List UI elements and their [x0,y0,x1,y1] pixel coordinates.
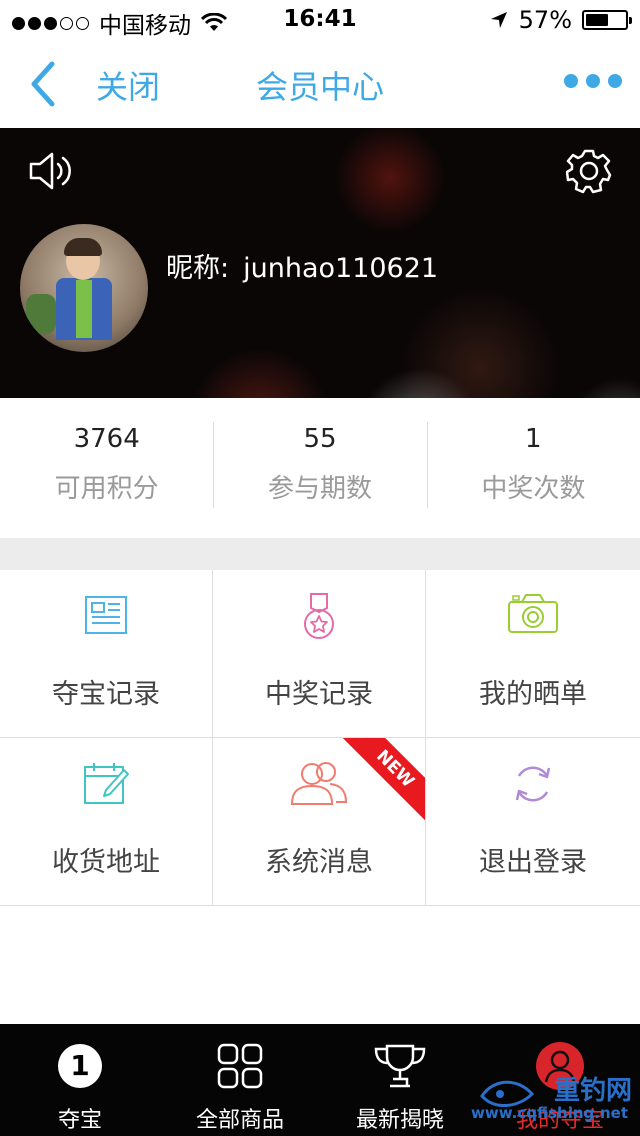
battery-percent: 57% [518,6,572,34]
battery-level-fill [586,14,608,26]
trophy-icon [374,1044,426,1088]
nickname-value: junhao110621 [243,253,439,284]
stat-value: 55 [303,424,337,454]
menu-item-label: 我的晒单 [479,679,587,710]
menu-item-treasure-records[interactable]: 夺宝记录 [0,570,213,738]
stat-available-points[interactable]: 3764 可用积分 [0,398,213,538]
tab-label: 全部商品 [195,1108,284,1133]
stat-win-count[interactable]: 1 中奖次数 [426,398,640,538]
settings-gear-icon[interactable] [566,148,612,194]
location-arrow-icon [490,12,507,28]
status-bar: 中国移动 16:41 57% [0,0,640,40]
tab-treasure[interactable]: 1 夺宝 [0,1024,160,1136]
stat-label: 中奖次数 [481,474,586,504]
menu-item-label: 系统消息 [265,847,373,878]
page-title: 会员中心 [255,68,384,106]
stat-participated-rounds[interactable]: 55 参与期数 [213,398,426,538]
menu-grid: 夺宝记录 中奖记录 我的晒单 收货地址 系统消息 NEW 退出登录 [0,570,640,906]
menu-item-label: 中奖记录 [265,679,373,710]
stat-value: 1 [525,424,542,454]
nickname-label: 昵称: [166,253,230,284]
bottom-tab-bar: 1 夺宝 全部商品 最新揭晓 我的夺宝 重钓网 www.cqfishing.ne… [0,1024,640,1136]
grid-icon [217,1043,263,1089]
watermark-brand: 重钓网 [553,1076,632,1106]
tab-latest-results[interactable]: 最新揭晓 [320,1024,480,1136]
record-list-icon [85,596,127,634]
navigation-bar: 关闭 会员中心 [0,40,640,128]
watermark-url: www.cqfishing.net [471,1104,628,1122]
speaker-icon[interactable] [28,150,74,192]
menu-item-shipping-address[interactable]: 收货地址 [0,738,213,906]
user-avatar[interactable] [20,224,148,352]
menu-item-label: 退出登录 [479,847,587,878]
tab-all-products[interactable]: 全部商品 [160,1024,320,1136]
camera-icon [508,594,558,633]
number-one-icon: 1 [58,1044,102,1088]
menu-item-my-shares[interactable]: 我的晒单 [426,570,640,738]
section-divider [0,538,640,570]
stat-label: 可用积分 [54,474,159,504]
menu-item-logout[interactable]: 退出登录 [426,738,640,906]
menu-item-system-messages[interactable]: 系统消息 NEW [213,738,426,906]
profile-header: 昵称: junhao110621 [0,128,640,398]
tab-label: 最新揭晓 [355,1108,444,1133]
nickname-row: 昵称: junhao110621 [166,246,438,285]
users-icon [290,762,348,805]
more-options-icon[interactable] [564,74,622,88]
calendar-edit-icon [84,763,129,804]
battery-icon [582,10,632,30]
tab-label: 夺宝 [57,1108,102,1133]
stat-value: 3764 [73,424,140,454]
medal-icon [304,593,334,639]
watermark-logo: 重钓网 www.cqfishing.net [471,1060,634,1132]
stat-label: 参与期数 [267,474,372,504]
refresh-icon [515,766,551,802]
menu-item-label: 夺宝记录 [52,679,160,710]
stats-bar: 3764 可用积分 55 参与期数 1 中奖次数 [0,398,640,538]
menu-item-win-records[interactable]: 中奖记录 [213,570,426,738]
menu-item-label: 收货地址 [52,847,160,878]
